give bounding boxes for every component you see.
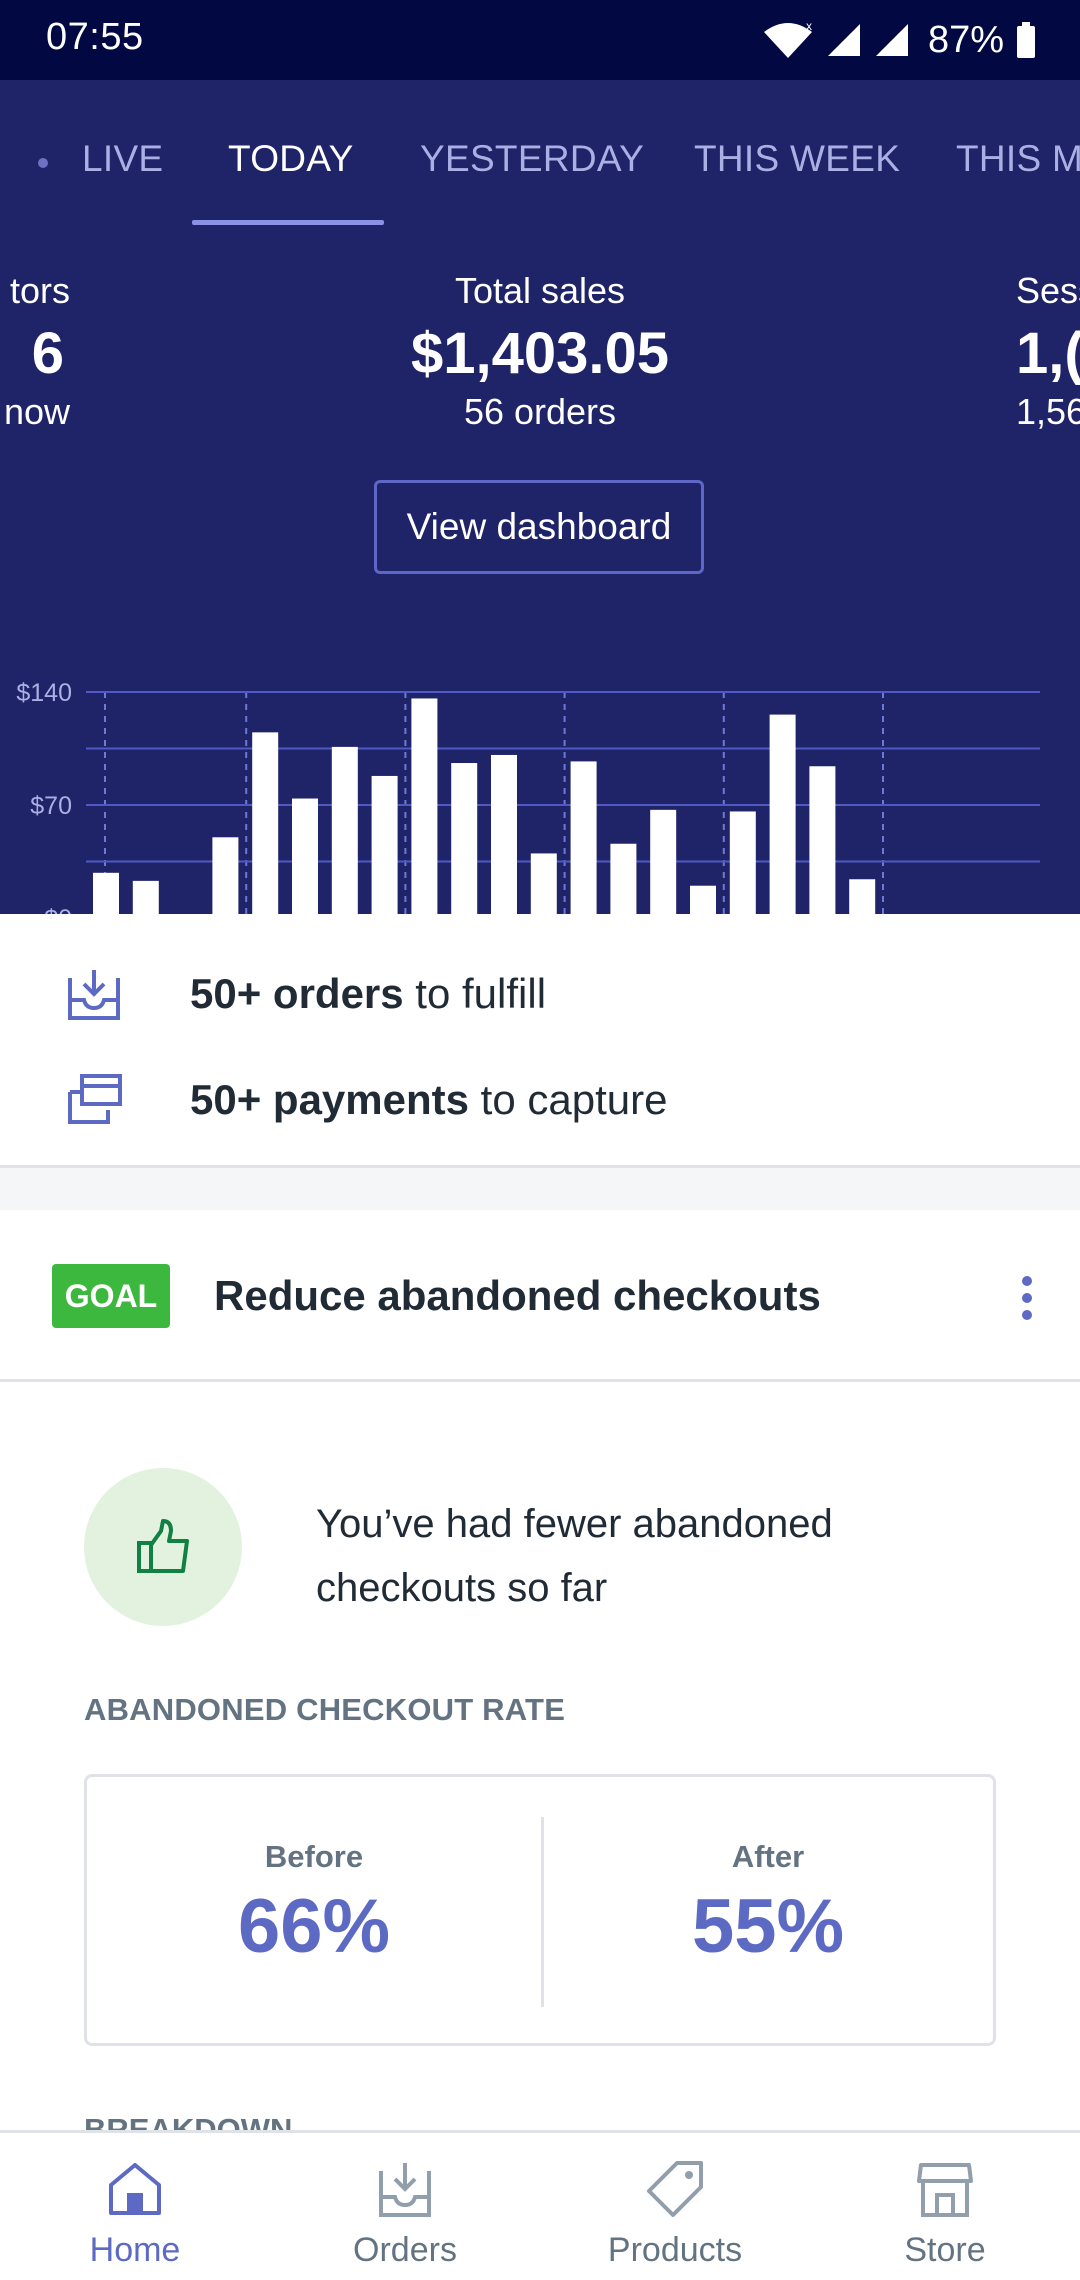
chart-bar <box>491 754 517 918</box>
goal-header: GOAL Reduce abandoned checkouts <box>0 1210 1080 1382</box>
rate-comparison-card: Before 66% After 55% <box>84 1774 996 2046</box>
stat-value: $1,403.05 <box>410 321 670 386</box>
chart-bar <box>530 853 557 918</box>
task-payments-to-capture[interactable]: 50+ payments to capture <box>0 1040 1080 1160</box>
more-options-icon[interactable] <box>1018 1276 1036 1324</box>
wifi-icon: x <box>763 20 812 58</box>
chart-bar <box>769 714 796 918</box>
rate-before-value: 66% <box>237 1884 391 1969</box>
battery-icon <box>1017 22 1035 58</box>
chart-bar <box>252 732 279 918</box>
thumbs-up-icon <box>137 1519 189 1573</box>
stat-sub: now <box>3 391 70 432</box>
rate-before-label: Before <box>264 1839 364 1874</box>
stat-sub: 1,56 <box>1016 391 1080 432</box>
inbox-download-icon <box>68 970 120 1020</box>
goal-badge: GOAL <box>52 1264 170 1328</box>
y-tick-label: $70 <box>30 792 72 820</box>
tab-this-month[interactable]: THIS MO <box>956 138 1080 180</box>
chart-bar <box>212 837 239 918</box>
chart-bar <box>451 763 478 918</box>
goal-card-body: You’ve had fewer abandoned checkouts so … <box>0 1382 1080 2147</box>
tab-today[interactable]: TODAY <box>228 138 354 180</box>
nav-products[interactable]: Products <box>540 2133 810 2280</box>
task-text: 50+ payments to capture <box>190 1076 668 1123</box>
tab-yesterday[interactable]: YESTERDAY <box>420 138 644 180</box>
status-icons: x 87% <box>762 14 1036 66</box>
tag-icon <box>647 2161 703 2217</box>
stat-value: 1,( <box>1016 321 1080 386</box>
goal-message: You’ve had fewer abandoned checkouts so … <box>316 1502 833 1610</box>
chart-bar <box>292 798 318 918</box>
chart-bar <box>610 843 637 918</box>
stat-total-sales[interactable]: Total sales $1,403.05 56 orders <box>340 270 740 433</box>
chart-bar <box>331 746 358 918</box>
chart-bar <box>849 879 876 918</box>
abandoned-rate-label: ABANDONED CHECKOUT RATE <box>84 1692 566 1727</box>
nav-store[interactable]: Store <box>810 2133 1080 2280</box>
chart-bar <box>650 809 677 918</box>
status-bar: 07:55 x 87% <box>0 0 1080 80</box>
chart-bar <box>570 761 597 918</box>
stat-sessions[interactable]: Sess 1,( 1,56 <box>1016 270 1080 433</box>
date-range-tabs: LIVE TODAY YESTERDAY THIS WEEK THIS MO <box>0 80 1080 226</box>
chart-bar <box>371 775 398 918</box>
view-dashboard-button[interactable]: View dashboard <box>374 480 704 574</box>
tab-live[interactable]: LIVE <box>82 138 163 180</box>
orders-icon <box>379 2163 431 2217</box>
stat-title: Total sales <box>454 270 626 311</box>
chart-bar <box>729 811 756 918</box>
rate-before: Before 66% <box>87 1839 541 1970</box>
stat-value: 6 <box>31 321 64 386</box>
rate-after-value: 55% <box>691 1884 845 1969</box>
active-tab-indicator <box>192 220 384 225</box>
stat-title: tors <box>9 270 70 311</box>
signal-icon <box>827 24 860 56</box>
stat-sub: 56 orders <box>463 391 617 432</box>
task-text: 50+ orders to fulfill <box>190 970 547 1017</box>
rate-after-label: After <box>731 1839 805 1874</box>
store-icon <box>917 2163 973 2217</box>
goal-title: Reduce abandoned checkouts <box>214 1272 821 1319</box>
nav-home-label: Home <box>89 2231 181 2269</box>
nav-home[interactable]: Home <box>0 2133 270 2280</box>
stat-title: Sess <box>1016 270 1080 311</box>
section-divider <box>0 1168 1080 1210</box>
home-icon <box>109 2163 161 2215</box>
nav-store-label: Store <box>904 2231 986 2269</box>
task-list: 50+ orders to fulfill 50+ payments to ca… <box>0 914 1080 1168</box>
chart-bar <box>809 766 836 918</box>
thumbs-up-badge <box>84 1468 242 1626</box>
stat-visitors[interactable]: tors 6 now <box>0 270 70 433</box>
nav-orders[interactable]: Orders <box>270 2133 540 2280</box>
signal-icon-2 <box>875 24 908 56</box>
live-dot-icon <box>38 158 48 168</box>
battery-percent: 87% <box>927 18 1004 61</box>
chart-bar <box>93 872 119 918</box>
nav-products-label: Products <box>607 2231 743 2269</box>
payment-cards-icon <box>68 1074 122 1124</box>
chart-bar <box>411 698 438 918</box>
sales-overview: LIVE TODAY YESTERDAY THIS WEEK THIS MO t… <box>0 80 1080 960</box>
task-orders-to-fulfill[interactable]: 50+ orders to fulfill <box>0 934 1080 1054</box>
y-tick-label: $140 <box>16 679 72 707</box>
svg-text:x: x <box>806 20 812 33</box>
status-time: 07:55 <box>46 16 144 58</box>
rate-after: After 55% <box>541 1839 995 1970</box>
chart-bar <box>132 880 159 918</box>
tab-this-week[interactable]: THIS WEEK <box>694 138 900 180</box>
nav-orders-label: Orders <box>353 2231 457 2269</box>
bottom-navigation: Home Orders Products Store <box>0 2130 1080 2280</box>
